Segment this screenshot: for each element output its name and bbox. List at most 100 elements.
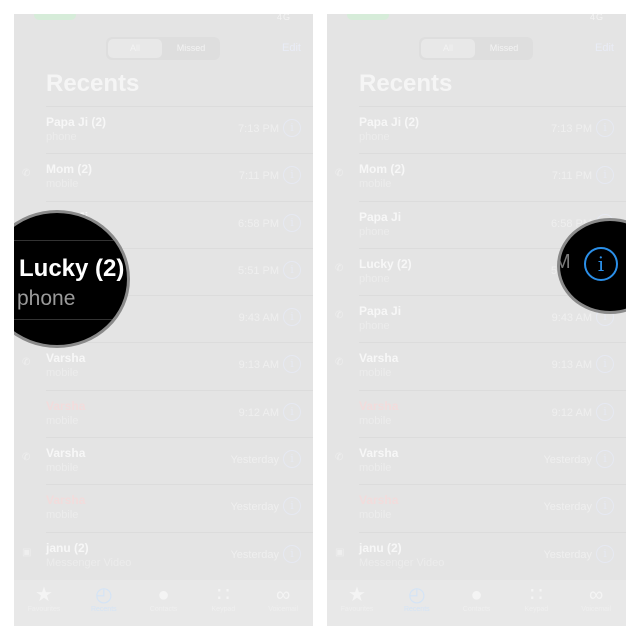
- phone-screen-left: 4G All Missed Edit Recents Papa Ji (2) ph…: [14, 14, 313, 626]
- call-time: Yesterday: [543, 454, 592, 467]
- clock-icon: ◴: [95, 584, 113, 606]
- tab-voicemail[interactable]: ∞ Voicemail: [566, 584, 626, 613]
- call-row[interactable]: Varsha mobile Yesterday i: [359, 484, 626, 531]
- tab-favourites[interactable]: ★ Favourites: [327, 584, 387, 613]
- tab-voicemail[interactable]: ∞ Voicemail: [253, 584, 313, 613]
- call-row[interactable]: Varsha mobile Yesterday i: [46, 484, 313, 531]
- tab-favourites[interactable]: ★ Favourites: [14, 584, 74, 613]
- contact-name: Papa Ji: [359, 304, 402, 319]
- segment-all[interactable]: All: [108, 39, 162, 58]
- info-icon[interactable]: i: [596, 450, 614, 469]
- magnified-contact-name: Lucky (2): [19, 255, 125, 282]
- tab-recents[interactable]: ◴ Recents: [387, 584, 447, 613]
- info-icon[interactable]: i: [283, 355, 301, 374]
- call-time: 7:13 PM: [238, 123, 279, 135]
- call-type: mobile: [46, 414, 79, 427]
- call-row[interactable]: ✆ Mom (2) mobile 7:11 PM i: [22, 153, 313, 200]
- segmented-control: All Missed: [106, 37, 220, 60]
- contact-name: Varsha: [46, 398, 86, 413]
- contact-name: Varsha: [46, 351, 86, 366]
- tab-label: Recents: [90, 606, 117, 613]
- tab-contacts[interactable]: ● Contacts: [134, 584, 194, 613]
- info-icon[interactable]: i: [283, 260, 301, 279]
- call-time: Yesterday: [543, 501, 592, 514]
- call-time: 7:11 PM: [551, 170, 592, 183]
- tab-label: Favourites: [340, 606, 374, 613]
- clock-icon: ◴: [408, 584, 426, 606]
- info-icon[interactable]: i: [283, 213, 301, 232]
- contact-name: Varsha: [46, 493, 86, 508]
- info-icon[interactable]: i: [283, 450, 301, 469]
- call-row[interactable]: Papa Ji (2) phone 7:13 PM i: [46, 106, 313, 153]
- segment-missed[interactable]: Missed: [164, 39, 218, 58]
- info-icon[interactable]: i: [283, 402, 301, 421]
- phone-outgoing-icon: ✆: [22, 357, 31, 369]
- call-row[interactable]: Varsha mobile 9:12 AM i: [46, 389, 313, 437]
- info-icon[interactable]: i: [596, 497, 614, 516]
- edit-button[interactable]: Edit: [282, 42, 301, 54]
- call-row[interactable]: ✆ Varsha mobile 9:13 AM i: [22, 342, 313, 389]
- call-time: 6:58 PM: [238, 217, 279, 230]
- contact-name: Lucky (2): [359, 256, 412, 271]
- call-time: 9:43 AM: [551, 312, 592, 325]
- call-time: 7:13 PM: [551, 123, 592, 135]
- divider: [14, 319, 127, 320]
- call-time: 9:12 AM: [238, 406, 279, 419]
- segment-missed[interactable]: Missed: [477, 39, 531, 58]
- contact-name: Papa Ji: [359, 209, 402, 224]
- tab-keypad[interactable]: ∷ Keypad: [506, 584, 566, 613]
- call-type: mobile: [359, 509, 392, 522]
- call-time: 9:13 AM: [238, 359, 279, 372]
- contact-name: janu (2): [359, 540, 402, 555]
- tab-label: Voicemail: [581, 606, 612, 613]
- info-icon[interactable]: i: [283, 308, 301, 327]
- status-time-pill: [347, 14, 389, 20]
- info-icon[interactable]: i: [596, 355, 614, 374]
- info-icon[interactable]: i: [596, 166, 614, 185]
- status-signal: 4G: [276, 14, 291, 22]
- call-type: mobile: [46, 178, 79, 191]
- info-icon[interactable]: i: [596, 544, 614, 563]
- edit-button[interactable]: Edit: [595, 42, 614, 54]
- video-icon: ▣: [335, 546, 345, 558]
- voicemail-icon: ∞: [276, 584, 291, 606]
- info-icon[interactable]: i: [596, 119, 614, 137]
- call-row[interactable]: ▣ janu (2) Messenger Video Yesterday i: [335, 531, 626, 579]
- tab-bar: ★ Favourites ◴ Recents ● Contacts ∷ Keypad ∞ Voic…: [327, 580, 626, 626]
- call-row[interactable]: ✆ Varsha mobile Yesterday i: [22, 437, 313, 484]
- segment-all[interactable]: All: [421, 39, 475, 58]
- contact-name: Varsha: [359, 398, 399, 413]
- call-row[interactable]: Papa Ji (2) phone 7:13 PM i: [359, 106, 626, 153]
- tab-contacts[interactable]: ● Contacts: [447, 584, 507, 613]
- tab-keypad[interactable]: ∷ Keypad: [193, 584, 253, 613]
- tab-recents[interactable]: ◴ Recents: [74, 584, 134, 613]
- phone-outgoing-icon: ✆: [335, 168, 344, 180]
- contact-name: Mom (2): [359, 162, 405, 177]
- call-time: 7:11 PM: [238, 170, 279, 183]
- magnified-contact-type: phone: [17, 287, 76, 310]
- info-icon[interactable]: i: [283, 497, 301, 516]
- star-icon: ★: [35, 584, 53, 606]
- call-time: 9:43 AM: [238, 312, 279, 325]
- call-row[interactable]: Varsha mobile 9:12 AM i: [359, 389, 626, 437]
- call-row[interactable]: ✆ Varsha mobile Yesterday i: [335, 437, 626, 484]
- call-row[interactable]: ▣ janu (2) Messenger Video Yesterday i: [22, 531, 313, 579]
- info-icon[interactable]: i: [584, 247, 618, 281]
- contact-name: Varsha: [359, 493, 399, 508]
- person-icon: ●: [470, 584, 483, 606]
- tab-label: Voicemail: [268, 606, 299, 613]
- phone-outgoing-icon: ✆: [335, 262, 344, 274]
- phone-outgoing-icon: ✆: [335, 310, 344, 322]
- info-icon[interactable]: i: [283, 544, 301, 563]
- call-row[interactable]: ✆ Mom (2) mobile 7:11 PM i: [335, 153, 626, 200]
- call-time: 9:13 AM: [551, 359, 592, 372]
- call-row[interactable]: ✆ Varsha mobile 9:13 AM i: [335, 342, 626, 389]
- info-icon[interactable]: i: [283, 119, 301, 137]
- info-icon[interactable]: i: [596, 402, 614, 421]
- call-type: Messenger Video: [359, 556, 445, 569]
- info-icon[interactable]: i: [283, 166, 301, 185]
- call-time: Yesterday: [230, 501, 279, 514]
- recents-list: Papa Ji (2) phone 7:13 PM i ✆ Mom (2) mobile 7:…: [327, 106, 626, 579]
- video-icon: ▣: [22, 546, 32, 558]
- page-title: Recents: [359, 70, 453, 97]
